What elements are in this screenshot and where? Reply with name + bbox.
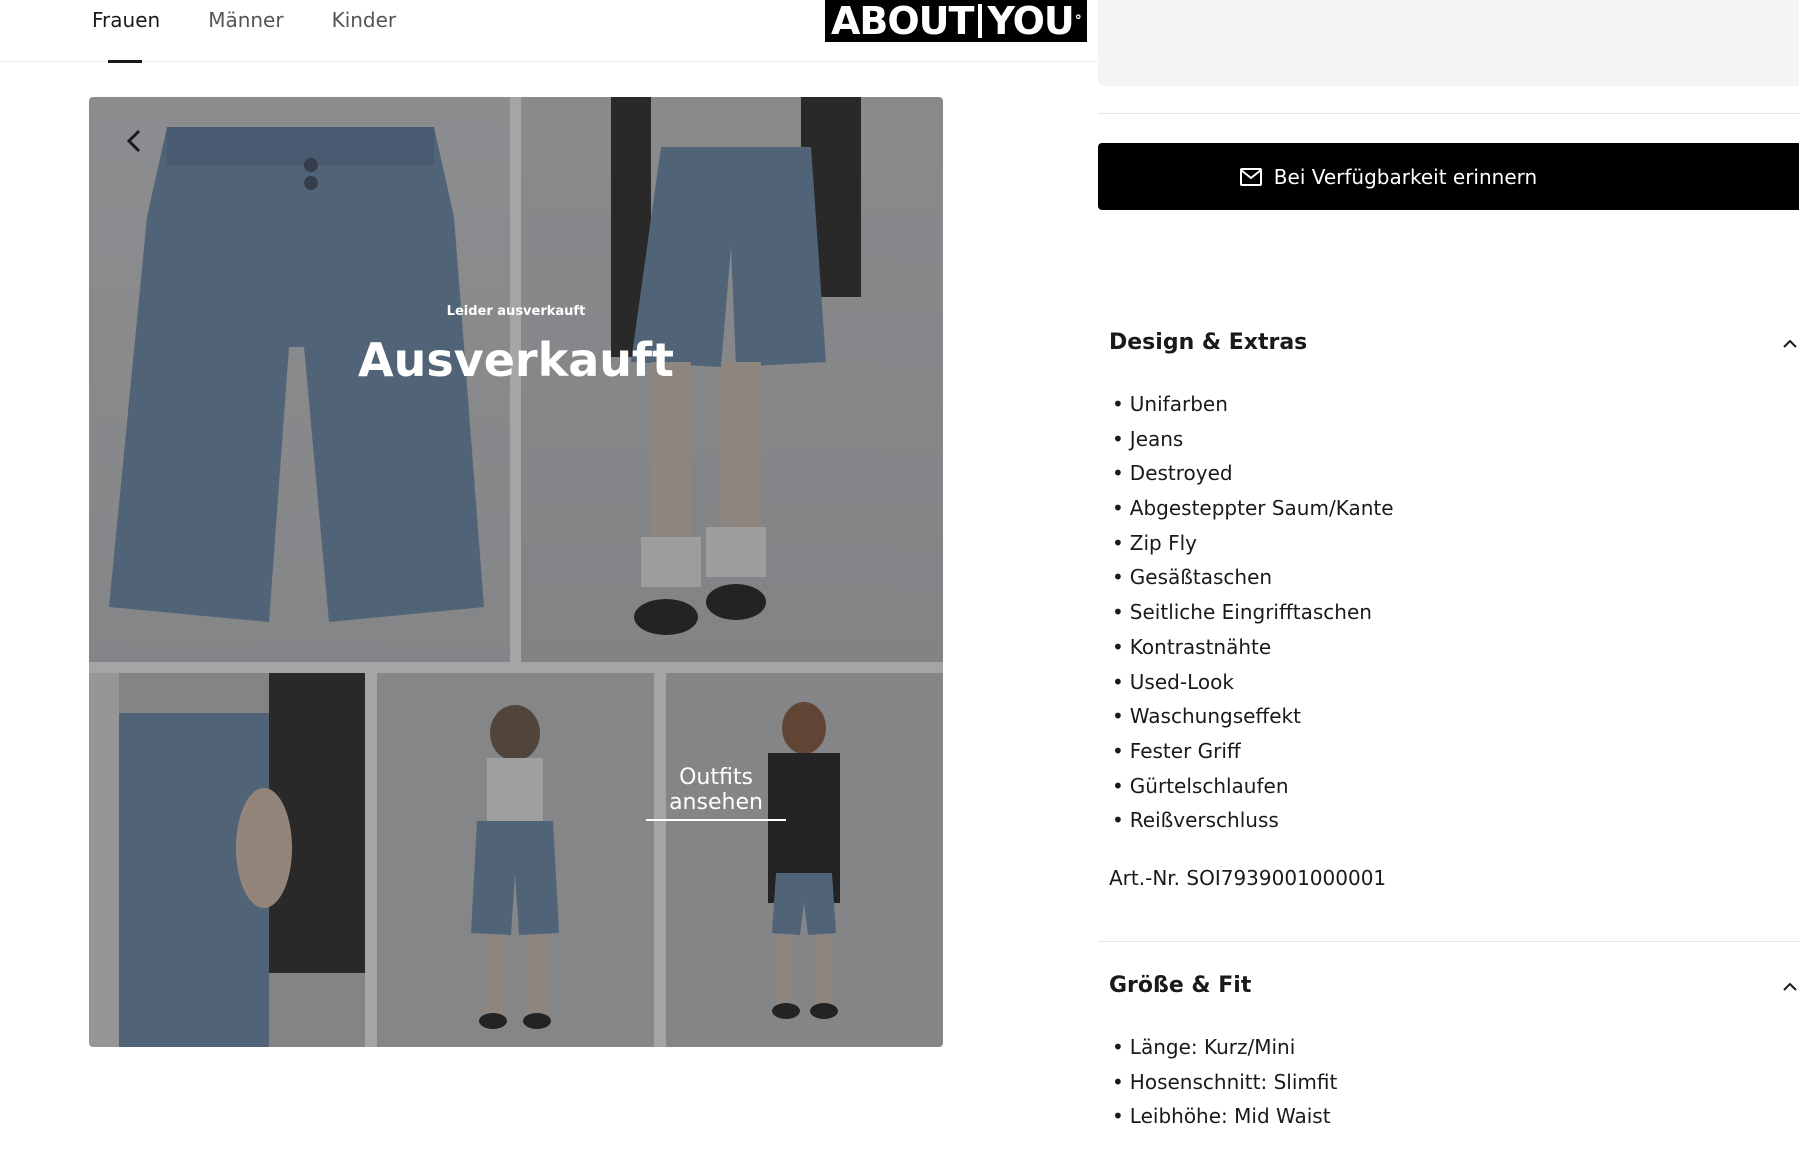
list-item: Abgesteppter Saum/Kante (1112, 491, 1394, 526)
design-extras-title[interactable]: Design & Extras (1109, 330, 1307, 355)
size-selector-box[interactable] (1098, 0, 1799, 86)
list-item: Gesäßtaschen (1112, 560, 1394, 595)
list-item: Gürtelschlaufen (1112, 769, 1394, 804)
gallery-prev-button[interactable] (117, 123, 153, 159)
logo-text-right: YOU (987, 0, 1074, 43)
list-item: Länge: Kurz/Mini (1112, 1030, 1337, 1065)
list-item: Kontrastnähte (1112, 630, 1394, 665)
list-item: Reißverschluss (1112, 803, 1394, 838)
list-item: Zip Fly (1112, 526, 1394, 561)
sold-out-overlay (89, 97, 943, 1047)
size-fit-list: Länge: Kurz/Mini Hosenschnitt: Slimfit L… (1112, 1030, 1338, 1134)
chevron-left-icon (126, 129, 141, 153)
list-item: Seitliche Eingrifftaschen (1112, 595, 1394, 630)
article-number: Art.-Nr. SOI7939001000001 (1109, 866, 1387, 890)
about-you-logo[interactable]: ABOUT YOU ° (825, 0, 1087, 42)
chevron-up-icon[interactable] (1780, 334, 1799, 354)
size-fit-title[interactable]: Größe & Fit (1109, 973, 1251, 998)
list-item: Destroyed (1112, 456, 1394, 491)
tab-kinder[interactable]: Kinder (332, 8, 397, 32)
list-item: Jeans (1112, 422, 1394, 457)
view-outfits-line2: ansehen (669, 790, 763, 815)
list-item: Used-Look (1112, 665, 1394, 700)
design-extras-list: Unifarben Jeans Destroyed Abgesteppter S… (1112, 387, 1394, 838)
list-item: Waschungseffekt (1112, 699, 1394, 734)
sold-out-caption: Leider ausverkauft (446, 304, 586, 319)
mail-icon (1239, 167, 1262, 186)
view-outfits-line1: Outfits (679, 765, 753, 790)
divider-middle (1098, 941, 1799, 942)
tab-maenner[interactable]: Männer (208, 8, 283, 32)
notify-availability-label: Bei Verfügbarkeit erinnern (1273, 164, 1538, 189)
sold-out-title: Ausverkauft (358, 333, 674, 387)
view-outfits-link[interactable]: Outfits ansehen (646, 765, 786, 821)
notify-availability-button[interactable]: Bei Verfügbarkeit erinnern (1098, 143, 1799, 210)
list-item: Hosenschnitt: Slimfit (1112, 1065, 1338, 1100)
chevron-up-icon[interactable] (1780, 977, 1799, 997)
logo-text-left: ABOUT (831, 0, 974, 43)
list-item: Leibhöhe: Mid Waist (1112, 1099, 1337, 1134)
product-gallery: Leider ausverkauft Ausverkauft (89, 97, 943, 1047)
divider-top (1098, 113, 1799, 114)
active-tab-indicator (108, 60, 142, 63)
tab-frauen[interactable]: Frauen (92, 8, 160, 32)
logo-separator (978, 4, 983, 38)
list-item: Fester Griff (1112, 734, 1394, 769)
list-item: Unifarben (1112, 387, 1394, 422)
gender-nav: Frauen Männer Kinder (92, 8, 396, 32)
logo-ring-icon: ° (1074, 13, 1082, 29)
